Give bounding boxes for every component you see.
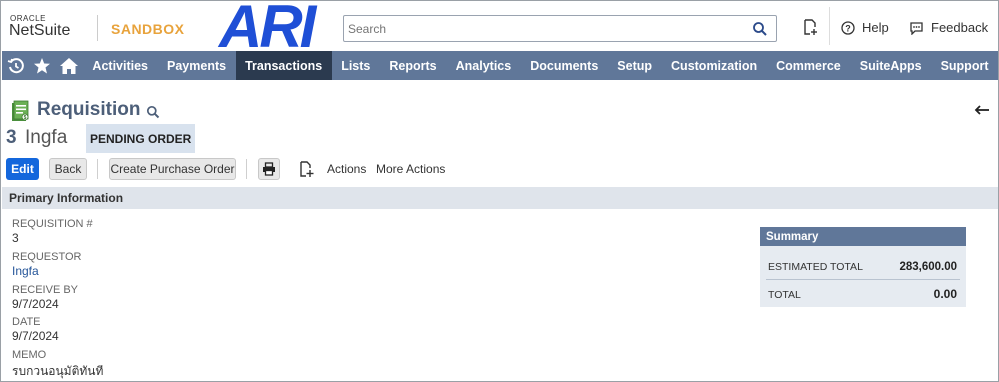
- nav-transactions[interactable]: Transactions: [235, 51, 332, 80]
- field-value-memo: รบกวนอนุมัติทันที: [12, 364, 104, 378]
- record-number: 3: [6, 127, 17, 148]
- search-icon[interactable]: [146, 105, 160, 119]
- field-value-requestor[interactable]: Ingfa: [12, 264, 39, 278]
- header: ORACLE NetSuite SANDBOX ARI ? Help: [1, 0, 998, 57]
- help-label: Help: [862, 20, 889, 35]
- requisition-icon: $: [12, 100, 29, 121]
- summary-box: Summary ESTIMATED TOTAL 283,600.00 TOTAL…: [760, 227, 966, 307]
- field-label-memo: MEMO: [12, 349, 47, 361]
- recent-records-button[interactable]: [2, 51, 30, 80]
- button-divider: [97, 159, 98, 179]
- total-label: TOTAL: [768, 289, 801, 301]
- nav-commerce[interactable]: Commerce: [767, 51, 851, 80]
- search-input[interactable]: [344, 16, 744, 41]
- field-label-date: DATE: [12, 316, 41, 328]
- field-label-requestor: REQUESTOR: [12, 251, 82, 263]
- new-record-icon[interactable]: [298, 160, 314, 178]
- nav-activities[interactable]: Activities: [83, 51, 158, 80]
- field-value-receive-by: 9/7/2024: [12, 297, 59, 311]
- netsuite-logo[interactable]: NetSuite: [9, 22, 70, 40]
- nav-customization[interactable]: Customization: [662, 51, 767, 80]
- nav-reports[interactable]: Reports: [380, 51, 446, 80]
- home-button[interactable]: [55, 51, 83, 80]
- field-label-receive-by: RECEIVE BY: [12, 284, 79, 296]
- summary-estimated-total-row: ESTIMATED TOTAL 283,600.00: [768, 261, 957, 273]
- record-name: Ingfa: [25, 127, 68, 148]
- search-icon[interactable]: [752, 21, 768, 37]
- summary-divider: [766, 279, 960, 280]
- main-nav: Activities Payments Transactions Lists R…: [2, 51, 998, 80]
- company-logo: ARI: [219, 0, 316, 60]
- nav-lists[interactable]: Lists: [332, 51, 380, 80]
- nav-support[interactable]: Support: [931, 51, 998, 80]
- svg-text:$: $: [24, 115, 27, 121]
- environment-label: SANDBOX: [111, 21, 185, 37]
- help-link[interactable]: ? Help: [841, 20, 889, 35]
- nav-analytics[interactable]: Analytics: [446, 51, 521, 80]
- help-icon: ?: [841, 20, 855, 35]
- field-value-date: 9/7/2024: [12, 329, 59, 343]
- primary-information-header[interactable]: Primary Information: [2, 187, 998, 209]
- estimated-total-value: 283,600.00: [899, 261, 957, 273]
- actions-menu[interactable]: Actions: [327, 162, 366, 176]
- nav-setup[interactable]: Setup: [608, 51, 662, 80]
- create-purchase-order-button[interactable]: Create Purchase Order: [109, 158, 236, 180]
- feedback-link[interactable]: Feedback: [909, 20, 988, 35]
- field-value-requisition-number: 3: [12, 231, 19, 245]
- star-icon: [34, 57, 51, 73]
- summary-total-row: TOTAL 0.00: [768, 287, 957, 301]
- back-arrow-icon[interactable]: [974, 102, 990, 118]
- button-divider: [246, 159, 247, 179]
- app-frame: ORACLE NetSuite SANDBOX ARI ? Help: [0, 0, 999, 382]
- favorites-button[interactable]: [30, 51, 54, 80]
- print-button[interactable]: [258, 158, 280, 180]
- total-value: 0.00: [933, 287, 957, 301]
- more-actions-menu[interactable]: More Actions: [376, 162, 445, 176]
- home-icon: [59, 57, 78, 74]
- logo-divider: [97, 15, 98, 41]
- feedback-label: Feedback: [931, 20, 989, 35]
- back-button[interactable]: Back: [49, 158, 87, 180]
- print-icon: [263, 162, 275, 176]
- recent-icon: [7, 57, 25, 73]
- header-divider: [829, 7, 830, 45]
- edit-button[interactable]: Edit: [6, 158, 39, 180]
- page-title: Requisition: [37, 99, 141, 120]
- feedback-icon: [910, 21, 923, 35]
- svg-text:?: ?: [845, 23, 851, 33]
- global-search: [343, 15, 777, 42]
- nav-suiteapps[interactable]: SuiteApps: [850, 51, 931, 80]
- summary-title: Summary: [760, 227, 966, 246]
- new-record-icon[interactable]: [801, 18, 819, 36]
- estimated-total-label: ESTIMATED TOTAL: [768, 261, 863, 273]
- nav-payments[interactable]: Payments: [158, 51, 236, 80]
- field-label-requisition-number: REQUISITION #: [12, 218, 93, 230]
- nav-documents[interactable]: Documents: [521, 51, 608, 80]
- status-badge: PENDING ORDER: [86, 124, 196, 153]
